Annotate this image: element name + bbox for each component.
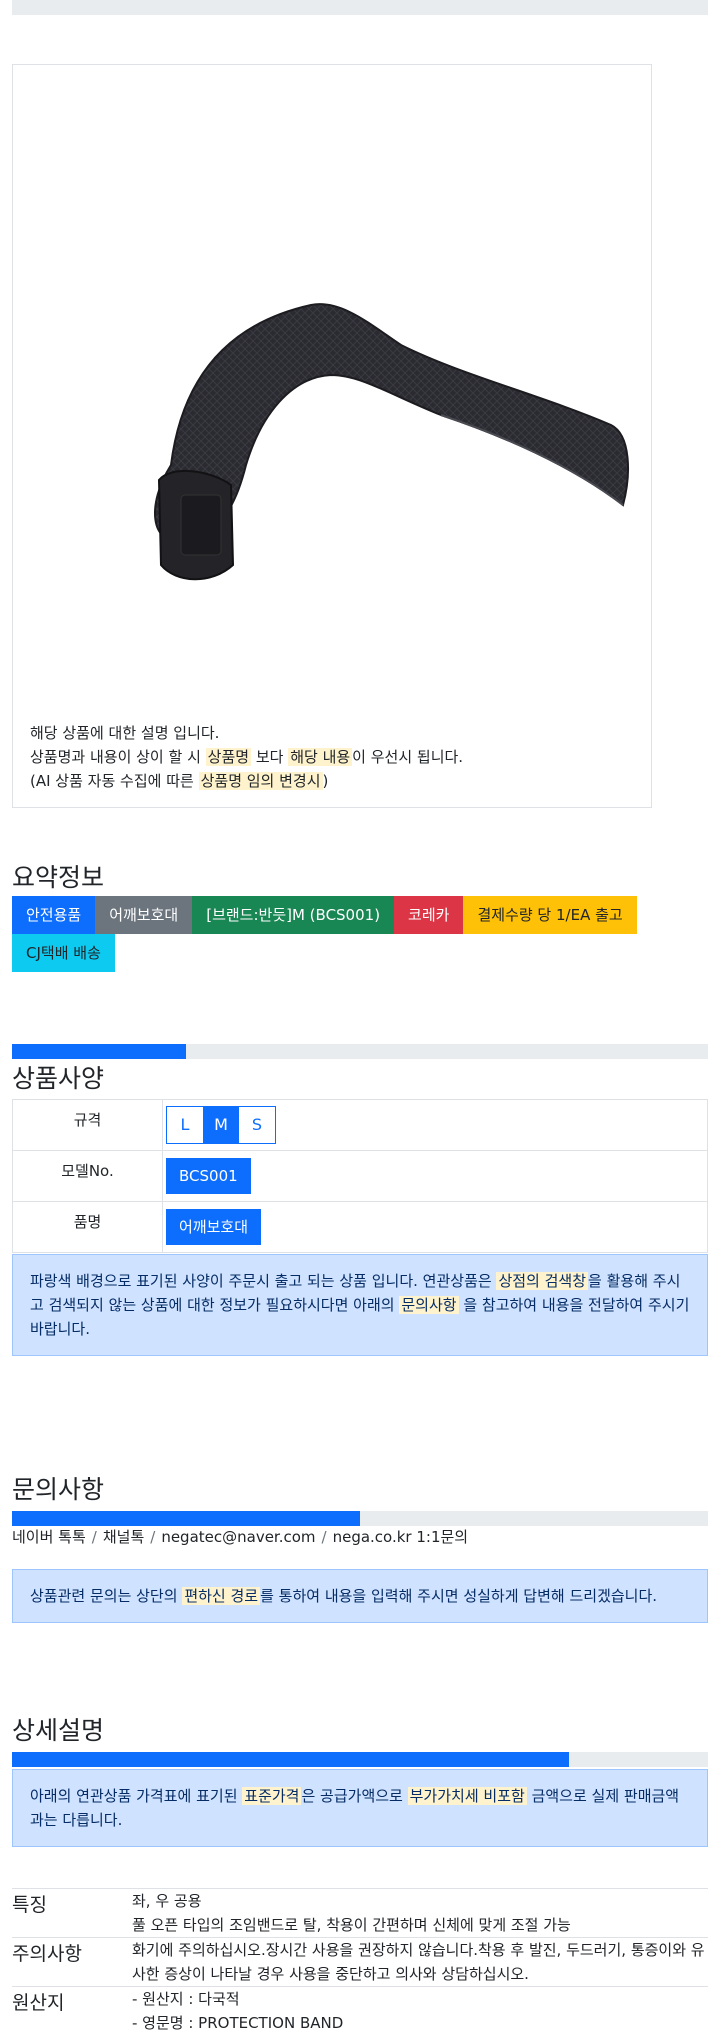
- desc-text: 보다: [251, 748, 289, 766]
- desc-line-3: (AI 상품 자동 수집에 따른 상품명 임의 변경시): [30, 769, 463, 793]
- highlight: 부가가치세 비포함: [407, 1787, 527, 1805]
- model-badge[interactable]: BCS001: [166, 1158, 251, 1194]
- notice-text: 은 공급가액으로: [301, 1787, 408, 1805]
- desc-line-2: 상품명과 내용이 상이 할 시 상품명 보다 해당 내용 이 우선시 됩니다.: [30, 745, 463, 769]
- detail-notice: 아래의 연관상품 가격표에 표기된 표준가격 은 공급가액으로 부가가치세 비포함…: [12, 1769, 708, 1847]
- inquiry-progress-bar: [12, 1511, 708, 1526]
- feature-line: 화기에 주의하십시오.장시간 사용을 권장하지 않습니다.착용 후 발진, 두드…: [132, 1941, 705, 1983]
- separator: /: [321, 1528, 327, 1546]
- feature-row: 특징 좌, 우 공용 풀 오픈 타입의 조임밴드로 탈, 착용이 간편하며 신체…: [12, 1889, 708, 1938]
- feature-row: 주의사항 화기에 주의하십시오.장시간 사용을 권장하지 않습니다.착용 후 발…: [12, 1938, 708, 1987]
- desc-text: 이 우선시 됩니다.: [352, 748, 464, 766]
- spec-row-model: 모델No. BCS001: [12, 1150, 708, 1202]
- size-option-group: L M S: [166, 1106, 276, 1144]
- desc-text: (AI 상품 자동 수집에 따른: [30, 772, 199, 790]
- separator: /: [91, 1528, 97, 1546]
- notice-text: 를 통하여 내용을 입력해 주시면 성실하게 답변해 드리겠습니다.: [260, 1587, 658, 1605]
- notice-text: 아래의 연관상품 가격표에 표기된: [30, 1787, 243, 1805]
- feature-key: 원산지: [12, 1992, 65, 2014]
- channel-talk-link[interactable]: 채널톡: [103, 1528, 144, 1546]
- spec-progress-bar: [12, 1044, 708, 1059]
- quantity-badge[interactable]: 결제수량 당 1/EA 출고: [463, 896, 637, 934]
- spec-row-name: 품명 어깨보호대: [12, 1201, 708, 1253]
- top-progress-bar: [12, 0, 708, 15]
- spec-title: 상품사양: [12, 1064, 105, 1093]
- naver-talk-link[interactable]: 네이버 톡톡: [12, 1528, 86, 1546]
- spec-label: 품명: [12, 1201, 163, 1253]
- inquiry-links: 네이버 톡톡 / 채널톡 / negatec@naver.com / nega.co.kr …: [12, 1526, 468, 1547]
- spec-value: 어깨보호대: [162, 1201, 708, 1253]
- size-option-s[interactable]: S: [239, 1107, 275, 1143]
- product-name-badge[interactable]: 어깨보호대: [166, 1209, 262, 1245]
- progress-fill: [12, 1511, 360, 1526]
- notice-text: 파랑색 배경으로 표기된 사양이 주문시 출고 되는 상품 입니다. 연관상품은: [30, 1272, 497, 1290]
- spec-label: 규격: [12, 1099, 163, 1151]
- spec-label: 모델No.: [12, 1150, 163, 1202]
- summary-badges: 안전용품 어깨보호대 [브랜드:반듯]M (BCS001) 코레카 결제수량 당…: [12, 896, 712, 972]
- product-image: [154, 303, 629, 581]
- notice-text: 상품관련 문의는 상단의: [30, 1587, 183, 1605]
- inquiry-title: 문의사항: [12, 1475, 105, 1504]
- email-link[interactable]: negatec@naver.com: [161, 1528, 315, 1546]
- feature-key: 주의사항: [12, 1943, 82, 1965]
- brand-badge[interactable]: [브랜드:반듯]M (BCS001): [192, 896, 395, 934]
- product-card: 해당 상품에 대한 설명 입니다. 상품명과 내용이 상이 할 시 상품명 보다…: [12, 64, 652, 808]
- highlight: 상품명: [205, 748, 252, 766]
- shipping-badge[interactable]: CJ택배 배송: [12, 934, 115, 972]
- feature-table: 특징 좌, 우 공용 풀 오픈 타입의 조임밴드로 탈, 착용이 간편하며 신체…: [12, 1888, 708, 2033]
- page: 해당 상품에 대한 설명 입니다. 상품명과 내용이 상이 할 시 상품명 보다…: [0, 0, 720, 2033]
- desc-line-1: 해당 상품에 대한 설명 입니다.: [30, 724, 220, 742]
- progress-fill: [12, 1044, 186, 1059]
- highlight: 표준가격: [242, 1787, 302, 1805]
- product-description: 해당 상품에 대한 설명 입니다. 상품명과 내용이 상이 할 시 상품명 보다…: [30, 721, 463, 793]
- feature-key: 특징: [12, 1894, 47, 1916]
- spec-value: L M S: [162, 1099, 708, 1151]
- spec-notice: 파랑색 배경으로 표기된 사양이 주문시 출고 되는 상품 입니다. 연관상품은…: [12, 1254, 708, 1356]
- site-inquiry-link[interactable]: nega.co.kr 1:1문의: [333, 1528, 469, 1546]
- seller-badge[interactable]: 코레카: [394, 896, 464, 934]
- size-option-l[interactable]: L: [167, 1107, 203, 1143]
- spec-table: 규격 L M S 모델No. BCS001 품명 어깨보호대: [12, 1099, 708, 1253]
- summary-title: 요약정보: [12, 863, 105, 892]
- feature-value: 좌, 우 공용 풀 오픈 타입의 조임밴드로 탈, 착용이 간편하며 신체에 맞…: [132, 1889, 708, 1937]
- highlight: 상점의 검색창: [496, 1272, 589, 1290]
- feature-line: - 영문명 : PROTECTION BAND: [132, 2014, 344, 2032]
- highlight: 문의사항: [399, 1296, 459, 1314]
- highlight: 편하신 경로: [182, 1587, 261, 1605]
- spec-value: BCS001: [162, 1150, 708, 1202]
- progress-fill: [12, 1752, 569, 1767]
- detail-title: 상세설명: [12, 1716, 105, 1745]
- desc-text: ): [322, 772, 329, 790]
- feature-value: - 원산지 : 다국적 - 영문명 : PROTECTION BAND: [132, 1987, 708, 2033]
- highlight: 상품명 임의 변경시: [198, 772, 323, 790]
- feature-line: 좌, 우 공용: [132, 1892, 202, 1910]
- spec-row-size: 규격 L M S: [12, 1099, 708, 1151]
- feature-row: 원산지 - 원산지 : 다국적 - 영문명 : PROTECTION BAND: [12, 1987, 708, 2033]
- desc-text: 상품명과 내용이 상이 할 시: [30, 748, 206, 766]
- feature-line: - 원산지 : 다국적: [132, 1990, 240, 2008]
- detail-progress-bar: [12, 1752, 708, 1767]
- size-option-m[interactable]: M: [203, 1107, 239, 1143]
- product-type-badge[interactable]: 어깨보호대: [95, 896, 193, 934]
- feature-value: 화기에 주의하십시오.장시간 사용을 권장하지 않습니다.착용 후 발진, 두드…: [132, 1938, 708, 1986]
- category-badge[interactable]: 안전용품: [12, 896, 96, 934]
- feature-line: 풀 오픈 타입의 조임밴드로 탈, 착용이 간편하며 신체에 맞게 조절 가능: [132, 1916, 571, 1934]
- highlight: 해당 내용: [288, 748, 353, 766]
- separator: /: [150, 1528, 156, 1546]
- inquiry-notice: 상품관련 문의는 상단의 편하신 경로 를 통하여 내용을 입력해 주시면 성실하…: [12, 1569, 708, 1623]
